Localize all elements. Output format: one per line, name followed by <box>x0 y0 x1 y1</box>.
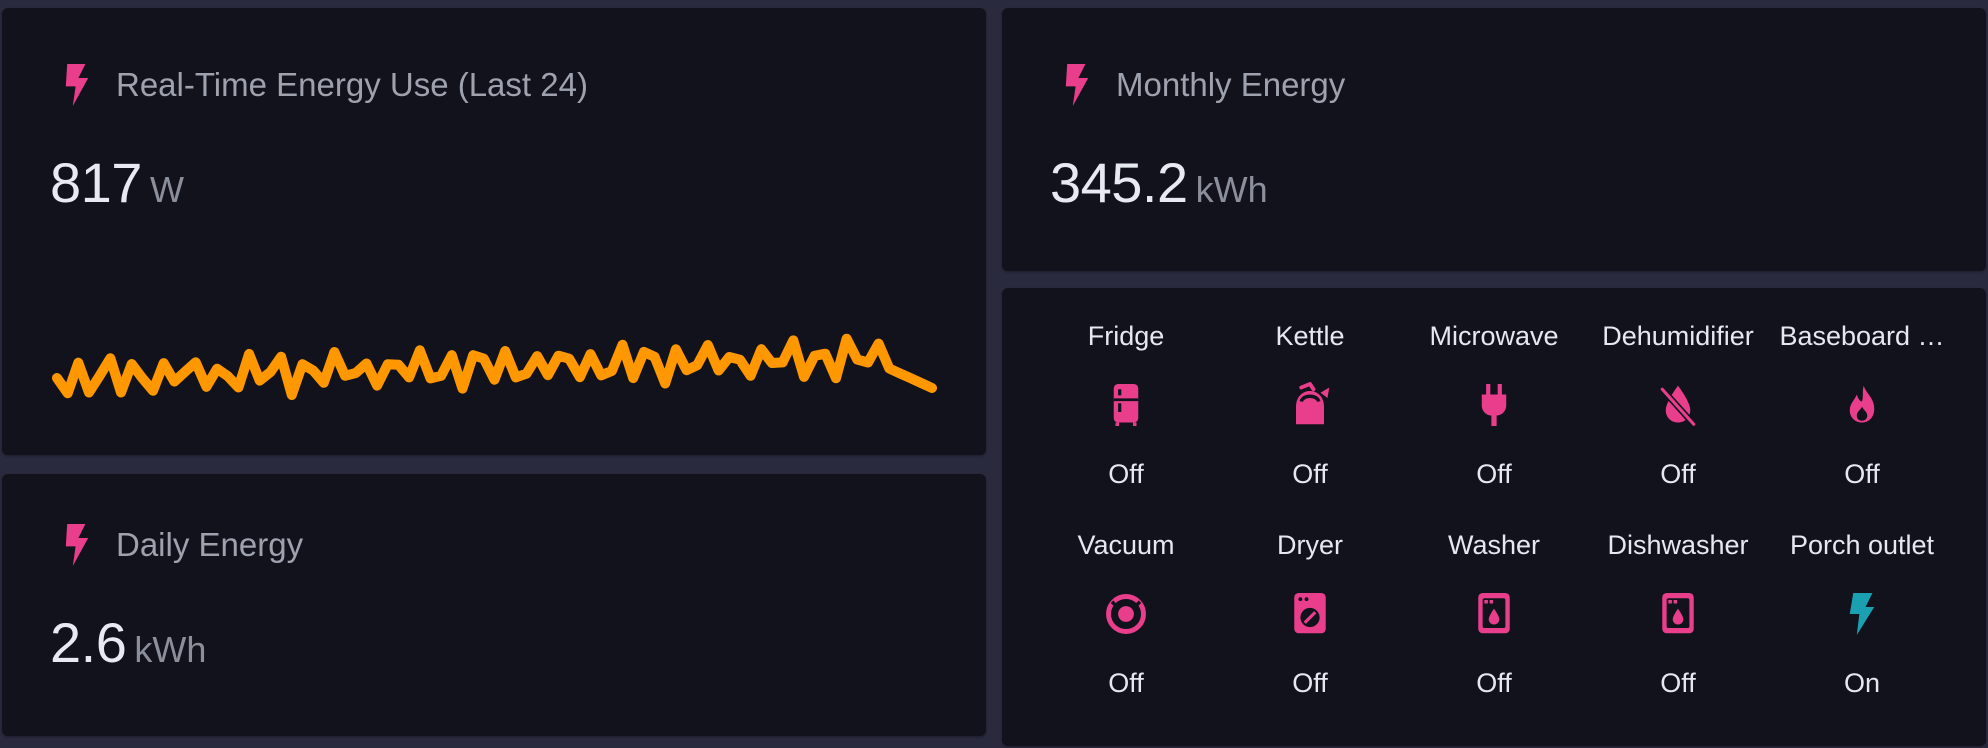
daily-energy-card[interactable]: Daily Energy 2.6 kWh <box>2 474 986 736</box>
realtime-energy-sparkline <box>52 333 937 400</box>
washing-machine-icon <box>1478 593 1510 634</box>
device-name: Dehumidifier <box>1602 321 1754 351</box>
device-name: Kettle <box>1275 321 1345 351</box>
daily-energy-title: Daily Energy <box>116 526 304 563</box>
device-name: Fridge <box>1087 321 1165 351</box>
device-kettle[interactable]: Kettle Off <box>1218 318 1402 492</box>
device-state: Off <box>1660 668 1696 698</box>
device-name: Microwave <box>1429 321 1559 351</box>
daily-energy-unit: kWh <box>134 629 207 670</box>
device-porch-outlet[interactable]: Porch outlet On <box>1770 527 1954 701</box>
power-plug-icon <box>1481 384 1507 426</box>
device-name: Washer <box>1447 530 1541 560</box>
device-baseboard[interactable]: Baseboard … Off <box>1770 318 1954 492</box>
realtime-energy-unit: W <box>149 169 184 210</box>
monthly-energy-header: Monthly Energy <box>1060 64 1345 106</box>
monthly-energy-value: 345.2 <box>1050 151 1188 214</box>
monthly-energy-unit: kWh <box>1195 169 1268 210</box>
flash-icon <box>1849 593 1875 635</box>
realtime-energy-title: Real-Time Energy Use (Last 24) <box>116 66 588 103</box>
device-washer[interactable]: Washer Off <box>1402 527 1586 701</box>
fridge-icon <box>1113 384 1139 426</box>
device-name: Dishwasher <box>1607 530 1749 560</box>
device-state: Off <box>1108 459 1144 489</box>
sparkline-line <box>52 333 937 400</box>
realtime-energy-card[interactable]: Real-Time Energy Use (Last 24) 817 W <box>2 8 986 455</box>
device-microwave[interactable]: Microwave Off <box>1402 318 1586 492</box>
device-dehumidifier[interactable]: Dehumidifier Off <box>1586 318 1770 492</box>
kettle-icon <box>1296 382 1330 425</box>
realtime-energy-readout: 817 W <box>50 150 184 215</box>
devices-card: Fridge Off Kettle Off Microwave Off Dehu… <box>1002 288 1986 746</box>
device-name: Dryer <box>1277 530 1343 560</box>
daily-energy-value: 2.6 <box>50 611 127 674</box>
robot-vacuum-icon <box>1106 594 1146 634</box>
device-dryer[interactable]: Dryer Off <box>1218 527 1402 701</box>
flash-icon <box>1065 64 1089 106</box>
device-vacuum[interactable]: Vacuum Off <box>1034 527 1218 701</box>
tumble-dryer-icon <box>1294 593 1326 634</box>
daily-energy-header: Daily Energy <box>60 524 303 566</box>
daily-energy-readout: 2.6 kWh <box>50 610 206 675</box>
device-fridge[interactable]: Fridge Off <box>1034 318 1218 492</box>
device-state: On <box>1843 668 1881 698</box>
realtime-energy-value: 817 <box>50 151 142 214</box>
device-state: Off <box>1292 668 1328 698</box>
device-name: Porch outlet <box>1789 530 1935 560</box>
device-dishwasher[interactable]: Dishwasher Off <box>1586 527 1770 701</box>
device-name: Baseboard … <box>1779 321 1945 351</box>
flash-icon <box>65 524 89 566</box>
monthly-energy-title: Monthly Energy <box>1116 66 1346 103</box>
fire-icon <box>1849 385 1875 423</box>
flash-icon <box>65 64 89 106</box>
monthly-energy-readout: 345.2 kWh <box>1050 150 1268 215</box>
device-state: Off <box>1660 459 1696 489</box>
realtime-energy-header: Real-Time Energy Use (Last 24) <box>60 64 588 106</box>
device-state: Off <box>1844 459 1880 489</box>
monthly-energy-card[interactable]: Monthly Energy 345.2 kWh <box>1002 8 1986 271</box>
water-off-icon <box>1659 385 1697 427</box>
device-state: Off <box>1476 459 1512 489</box>
device-state: Off <box>1476 668 1512 698</box>
dishwasher-icon <box>1662 593 1694 634</box>
device-state: Off <box>1108 668 1144 698</box>
device-state: Off <box>1292 459 1328 489</box>
device-name: Vacuum <box>1077 530 1175 560</box>
